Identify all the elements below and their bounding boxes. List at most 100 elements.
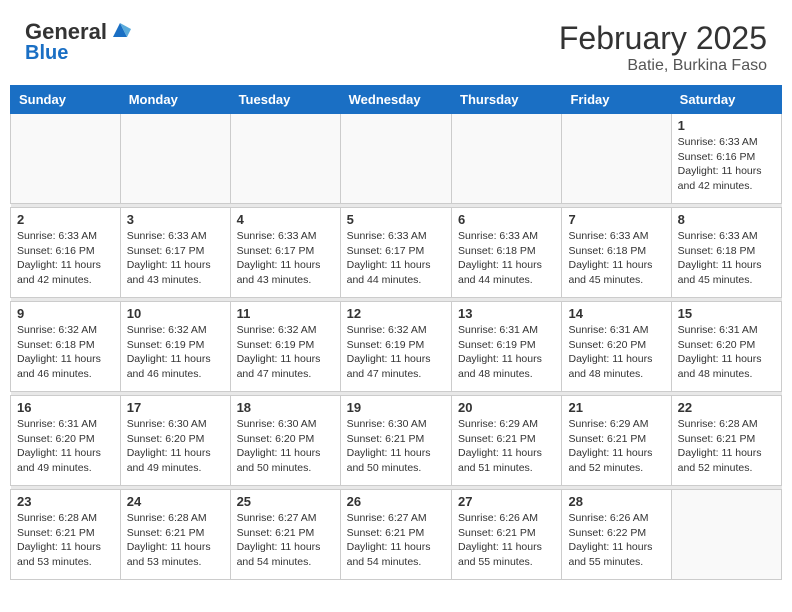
day-info: Sunrise: 6:33 AM Sunset: 6:16 PM Dayligh…	[678, 135, 775, 194]
day-info: Sunrise: 6:32 AM Sunset: 6:19 PM Dayligh…	[127, 323, 224, 382]
calendar-cell: 18 Sunrise: 6:30 AM Sunset: 6:20 PM Dayli…	[230, 396, 340, 486]
logo: General Blue	[25, 20, 131, 64]
day-number: 19	[347, 400, 445, 415]
day-info: Sunrise: 6:27 AM Sunset: 6:21 PM Dayligh…	[347, 511, 445, 570]
col-header-sunday: Sunday	[11, 86, 121, 114]
calendar-cell: 17 Sunrise: 6:30 AM Sunset: 6:20 PM Dayli…	[120, 396, 230, 486]
day-info: Sunrise: 6:33 AM Sunset: 6:17 PM Dayligh…	[237, 229, 334, 288]
day-info: Sunrise: 6:30 AM Sunset: 6:20 PM Dayligh…	[127, 417, 224, 476]
calendar-cell: 21 Sunrise: 6:29 AM Sunset: 6:21 PM Dayli…	[562, 396, 671, 486]
calendar-cell	[230, 114, 340, 204]
logo-icon	[109, 19, 131, 41]
col-header-monday: Monday	[120, 86, 230, 114]
calendar-cell: 10 Sunrise: 6:32 AM Sunset: 6:19 PM Dayli…	[120, 302, 230, 392]
calendar-week-4: 16 Sunrise: 6:31 AM Sunset: 6:20 PM Dayli…	[11, 396, 782, 486]
calendar-cell	[452, 114, 562, 204]
day-number: 20	[458, 400, 555, 415]
day-number: 9	[17, 306, 114, 321]
calendar-cell: 20 Sunrise: 6:29 AM Sunset: 6:21 PM Dayli…	[452, 396, 562, 486]
calendar-cell: 28 Sunrise: 6:26 AM Sunset: 6:22 PM Dayli…	[562, 490, 671, 580]
calendar-week-2: 2Sunrise: 6:33 AM Sunset: 6:16 PM Daylig…	[11, 208, 782, 298]
calendar-cell	[120, 114, 230, 204]
day-number: 2	[17, 212, 114, 227]
calendar-cell: 6 Sunrise: 6:33 AM Sunset: 6:18 PM Daylig…	[452, 208, 562, 298]
day-info: Sunrise: 6:31 AM Sunset: 6:20 PM Dayligh…	[17, 417, 114, 476]
calendar-cell: 22Sunrise: 6:28 AM Sunset: 6:21 PM Dayli…	[671, 396, 781, 486]
calendar-week-3: 9 Sunrise: 6:32 AM Sunset: 6:18 PM Daylig…	[11, 302, 782, 392]
day-info: Sunrise: 6:29 AM Sunset: 6:21 PM Dayligh…	[568, 417, 664, 476]
day-number: 23	[17, 494, 114, 509]
day-info: Sunrise: 6:30 AM Sunset: 6:21 PM Dayligh…	[347, 417, 445, 476]
day-number: 10	[127, 306, 224, 321]
calendar-cell: 11 Sunrise: 6:32 AM Sunset: 6:19 PM Dayli…	[230, 302, 340, 392]
calendar-cell: 3 Sunrise: 6:33 AM Sunset: 6:17 PM Daylig…	[120, 208, 230, 298]
calendar-week-1: 1 Sunrise: 6:33 AM Sunset: 6:16 PM Daylig…	[11, 114, 782, 204]
day-info: Sunrise: 6:33 AM Sunset: 6:18 PM Dayligh…	[678, 229, 775, 288]
calendar-cell: 23 Sunrise: 6:28 AM Sunset: 6:21 PM Dayli…	[11, 490, 121, 580]
col-header-thursday: Thursday	[452, 86, 562, 114]
day-number: 25	[237, 494, 334, 509]
day-info: Sunrise: 6:31 AM Sunset: 6:20 PM Dayligh…	[568, 323, 664, 382]
calendar-cell: 25 Sunrise: 6:27 AM Sunset: 6:21 PM Dayli…	[230, 490, 340, 580]
calendar-cell: 12Sunrise: 6:32 AM Sunset: 6:19 PM Dayli…	[340, 302, 451, 392]
day-info: Sunrise: 6:27 AM Sunset: 6:21 PM Dayligh…	[237, 511, 334, 570]
col-header-wednesday: Wednesday	[340, 86, 451, 114]
day-number: 22	[678, 400, 775, 415]
calendar-cell	[11, 114, 121, 204]
calendar-week-5: 23 Sunrise: 6:28 AM Sunset: 6:21 PM Dayli…	[11, 490, 782, 580]
day-number: 3	[127, 212, 224, 227]
day-info: Sunrise: 6:32 AM Sunset: 6:19 PM Dayligh…	[347, 323, 445, 382]
calendar-cell: 24 Sunrise: 6:28 AM Sunset: 6:21 PM Dayli…	[120, 490, 230, 580]
day-number: 11	[237, 306, 334, 321]
day-number: 6	[458, 212, 555, 227]
day-number: 24	[127, 494, 224, 509]
day-number: 28	[568, 494, 664, 509]
day-info: Sunrise: 6:30 AM Sunset: 6:20 PM Dayligh…	[237, 417, 334, 476]
day-info: Sunrise: 6:26 AM Sunset: 6:22 PM Dayligh…	[568, 511, 664, 570]
calendar-cell: 19 Sunrise: 6:30 AM Sunset: 6:21 PM Dayli…	[340, 396, 451, 486]
calendar-cell: 13Sunrise: 6:31 AM Sunset: 6:19 PM Dayli…	[452, 302, 562, 392]
calendar-cell: 16 Sunrise: 6:31 AM Sunset: 6:20 PM Dayli…	[11, 396, 121, 486]
col-header-friday: Friday	[562, 86, 671, 114]
day-number: 14	[568, 306, 664, 321]
day-number: 16	[17, 400, 114, 415]
day-number: 17	[127, 400, 224, 415]
page-header: General Blue February 2025 Batie, Burkin…	[10, 10, 782, 80]
day-number: 27	[458, 494, 555, 509]
day-info: Sunrise: 6:29 AM Sunset: 6:21 PM Dayligh…	[458, 417, 555, 476]
day-info: Sunrise: 6:33 AM Sunset: 6:17 PM Dayligh…	[347, 229, 445, 288]
day-number: 7	[568, 212, 664, 227]
logo-blue-text: Blue	[25, 42, 68, 64]
day-info: Sunrise: 6:28 AM Sunset: 6:21 PM Dayligh…	[17, 511, 114, 570]
title-block: February 2025 Batie, Burkina Faso	[559, 20, 767, 75]
calendar-cell: 9 Sunrise: 6:32 AM Sunset: 6:18 PM Daylig…	[11, 302, 121, 392]
month-title: February 2025	[559, 20, 767, 57]
day-info: Sunrise: 6:33 AM Sunset: 6:18 PM Dayligh…	[568, 229, 664, 288]
day-number: 18	[237, 400, 334, 415]
day-number: 26	[347, 494, 445, 509]
day-info: Sunrise: 6:33 AM Sunset: 6:17 PM Dayligh…	[127, 229, 224, 288]
day-info: Sunrise: 6:32 AM Sunset: 6:18 PM Dayligh…	[17, 323, 114, 382]
day-info: Sunrise: 6:28 AM Sunset: 6:21 PM Dayligh…	[127, 511, 224, 570]
calendar-cell: 5Sunrise: 6:33 AM Sunset: 6:17 PM Daylig…	[340, 208, 451, 298]
day-number: 21	[568, 400, 664, 415]
calendar-cell	[562, 114, 671, 204]
calendar-cell: 1 Sunrise: 6:33 AM Sunset: 6:16 PM Daylig…	[671, 114, 781, 204]
day-info: Sunrise: 6:32 AM Sunset: 6:19 PM Dayligh…	[237, 323, 334, 382]
calendar-cell: 4 Sunrise: 6:33 AM Sunset: 6:17 PM Daylig…	[230, 208, 340, 298]
calendar-cell: 8Sunrise: 6:33 AM Sunset: 6:18 PM Daylig…	[671, 208, 781, 298]
logo-text: General	[25, 20, 107, 44]
calendar-cell	[671, 490, 781, 580]
day-number: 15	[678, 306, 775, 321]
day-number: 4	[237, 212, 334, 227]
day-number: 1	[678, 118, 775, 133]
calendar-header-row: SundayMondayTuesdayWednesdayThursdayFrid…	[11, 86, 782, 114]
col-header-tuesday: Tuesday	[230, 86, 340, 114]
calendar-cell: 7 Sunrise: 6:33 AM Sunset: 6:18 PM Daylig…	[562, 208, 671, 298]
calendar-cell: 27Sunrise: 6:26 AM Sunset: 6:21 PM Dayli…	[452, 490, 562, 580]
day-info: Sunrise: 6:33 AM Sunset: 6:18 PM Dayligh…	[458, 229, 555, 288]
day-number: 13	[458, 306, 555, 321]
day-info: Sunrise: 6:31 AM Sunset: 6:20 PM Dayligh…	[678, 323, 775, 382]
calendar-table: SundayMondayTuesdayWednesdayThursdayFrid…	[10, 85, 782, 580]
calendar-cell: 26 Sunrise: 6:27 AM Sunset: 6:21 PM Dayli…	[340, 490, 451, 580]
